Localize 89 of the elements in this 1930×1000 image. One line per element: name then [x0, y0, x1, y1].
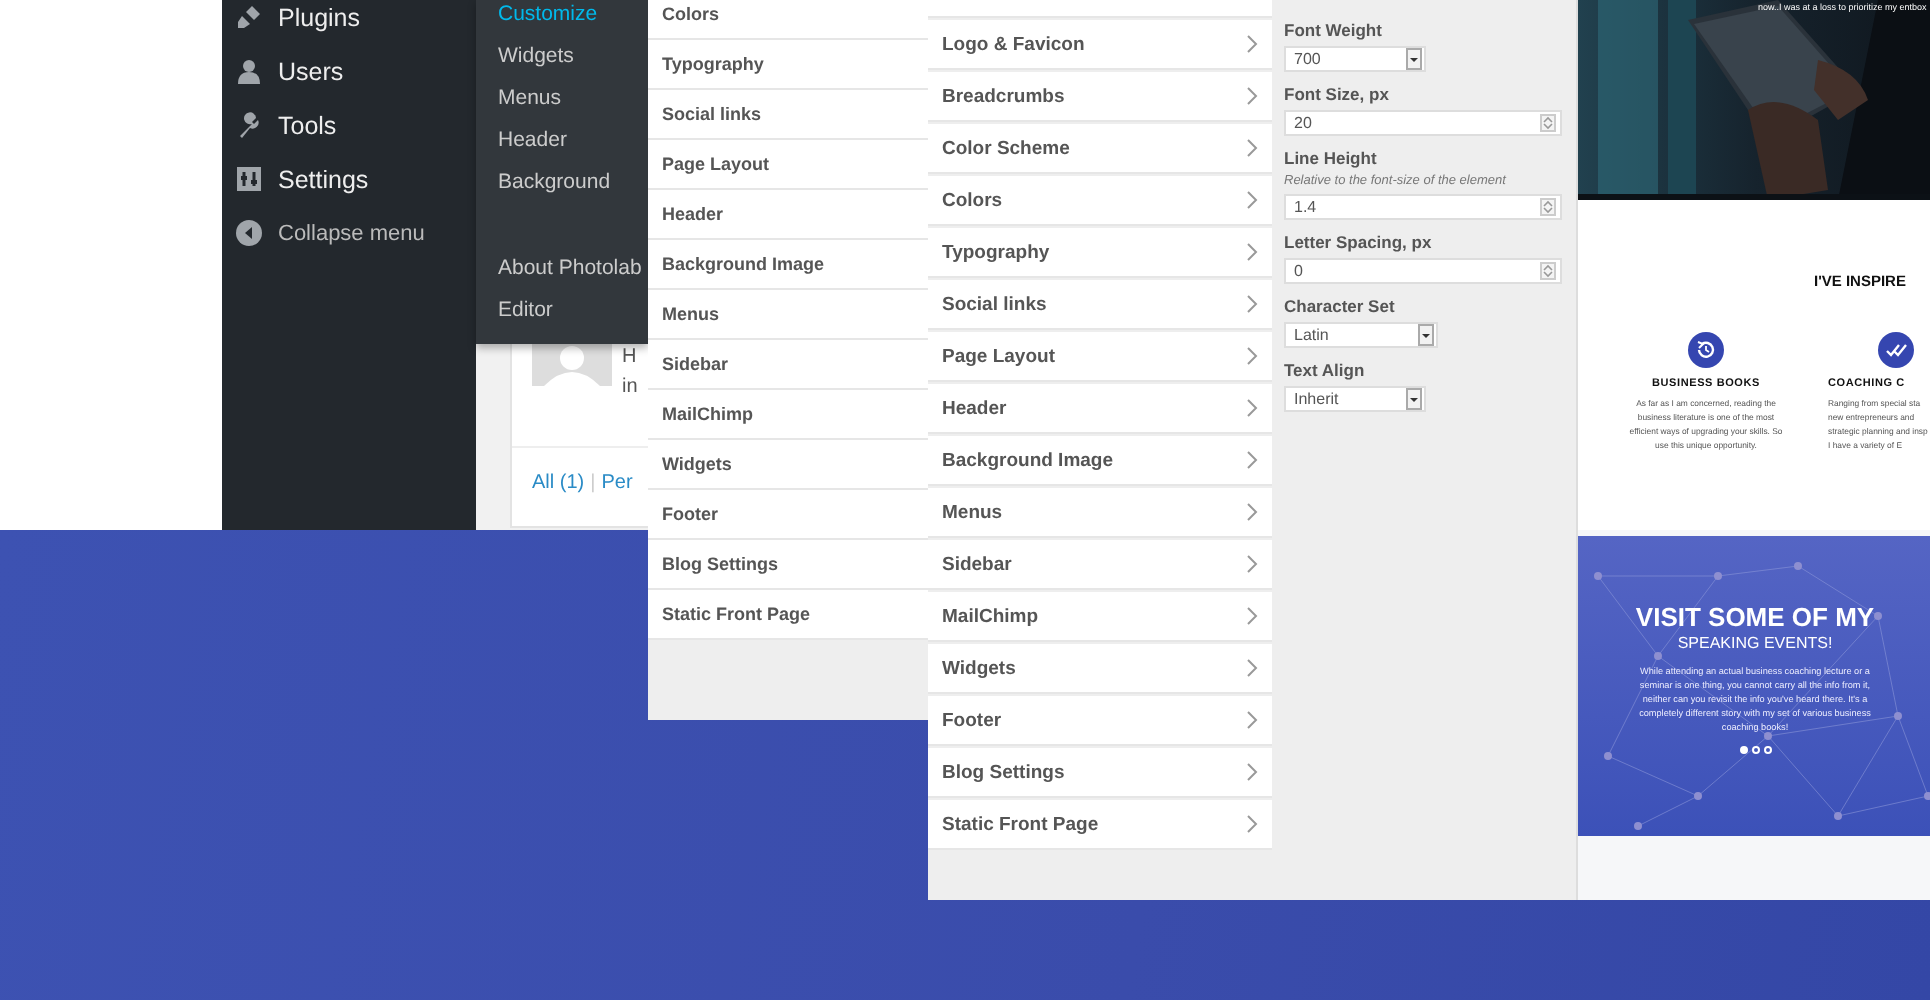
chevron-icon — [1246, 294, 1258, 314]
number-field[interactable]: 1.4 — [1284, 194, 1562, 220]
section-item[interactable]: Typography — [928, 228, 1272, 278]
section-item[interactable]: Page Layout — [928, 332, 1272, 382]
field-label: Font Size, px — [1284, 84, 1391, 104]
submenu-item[interactable]: About Photolab — [498, 248, 642, 290]
settings-icon — [236, 166, 262, 192]
collapse-icon — [236, 220, 262, 246]
section-item[interactable]: Footer — [928, 696, 1272, 746]
menu-item[interactable]: Settings — [236, 152, 476, 206]
slider-dot[interactable] — [1739, 746, 1747, 754]
banner-subtitle: SPEAKING EVENTS! — [1677, 634, 1833, 652]
field-label: Line Height — [1284, 148, 1379, 168]
number-field[interactable]: 0 — [1284, 258, 1562, 284]
section-item[interactable]: Page Layout — [648, 140, 928, 190]
section-item[interactable]: Footer — [648, 490, 928, 540]
collapse-menu-button[interactable]: Collapse menu — [236, 206, 476, 260]
section-item[interactable]: Social links — [648, 90, 928, 140]
section-item[interactable]: Colors — [648, 0, 928, 40]
comment-text: H — [622, 346, 637, 368]
select-field[interactable]: Inherit — [1284, 386, 1426, 412]
select-field[interactable]: 700 — [1284, 46, 1426, 72]
number-field[interactable]: 20 — [1284, 110, 1562, 136]
submenu-item[interactable]: Editor — [498, 290, 553, 332]
chevron-icon — [1246, 762, 1258, 782]
chevron-icon — [1246, 814, 1258, 834]
checkmarks-icon — [1878, 332, 1914, 368]
menu-item[interactable]: Plugins — [236, 0, 476, 44]
chevron-icon — [1246, 190, 1258, 210]
refresh-icon — [1688, 332, 1724, 368]
menu-item[interactable]: Users — [236, 44, 476, 98]
section-item[interactable]: Background Image — [928, 436, 1272, 486]
banner-title: VISIT SOME OF MY — [1635, 602, 1875, 632]
filter-link[interactable]: All (1) — [532, 472, 585, 494]
chevron-icon — [1246, 346, 1258, 366]
spinner-icon — [1540, 262, 1556, 280]
section-item[interactable]: Colors — [928, 176, 1272, 226]
section-item[interactable]: Color Scheme — [928, 124, 1272, 174]
chevron-icon — [1246, 502, 1258, 522]
chevron-icon — [1246, 398, 1258, 418]
chevron-icon — [1246, 554, 1258, 574]
submenu-item[interactable]: Menus — [498, 78, 562, 120]
field-label: Character Set — [1284, 296, 1397, 316]
field-label: Font Weight — [1284, 20, 1384, 40]
select-field[interactable]: Latin — [1284, 322, 1438, 348]
section-item[interactable]: Social links — [928, 280, 1272, 330]
comment-text: in — [622, 376, 638, 398]
section-item[interactable]: MailChimp — [648, 390, 928, 440]
chevron-icon — [1246, 658, 1258, 678]
section-item[interactable]: Logo & Favicon — [928, 20, 1272, 70]
section-item[interactable]: Menus — [648, 290, 928, 340]
section-item[interactable]: Blog Settings — [928, 748, 1272, 798]
section-item[interactable]: Static Front Page — [648, 590, 928, 640]
section-item[interactable]: Menus — [928, 488, 1272, 538]
chevron-icon — [1246, 710, 1258, 730]
submenu-item[interactable]: Header — [498, 120, 567, 162]
slider-dot[interactable] — [1751, 746, 1759, 754]
section-item[interactable]: Header — [928, 384, 1272, 434]
separator-text: | — [590, 472, 596, 494]
user-icon — [236, 58, 262, 84]
section-item[interactable]: Header — [648, 190, 928, 240]
section-item[interactable]: Sidebar — [928, 540, 1272, 590]
field-label: Text Align — [1284, 360, 1367, 380]
chevron-icon — [1246, 86, 1258, 106]
section-item[interactable]: Sidebar — [648, 340, 928, 390]
chevron-icon — [1246, 606, 1258, 626]
menu-item[interactable]: Tools — [236, 98, 476, 152]
chevron-icon — [1246, 450, 1258, 470]
section-item[interactable]: Widgets — [928, 644, 1272, 694]
wrench-icon — [236, 112, 262, 138]
submenu-item[interactable]: Background — [498, 162, 611, 204]
section-item[interactable]: Static Front Page — [928, 800, 1272, 850]
section-item[interactable]: MailChimp — [928, 592, 1272, 642]
submenu-item[interactable]: Customize — [498, 0, 598, 36]
section-item[interactable]: Background Image — [648, 240, 928, 290]
spinner-icon — [1540, 114, 1556, 132]
avatar-icon — [532, 342, 612, 386]
filter-link[interactable]: Per — [601, 472, 633, 494]
spinner-icon — [1540, 198, 1556, 216]
chevron-icon — [1246, 242, 1258, 262]
section-item[interactable]: Typography — [648, 40, 928, 90]
submenu-item[interactable]: Widgets — [498, 36, 574, 78]
section-item[interactable]: Breadcrumbs — [928, 72, 1272, 122]
chevron-icon — [1246, 34, 1258, 54]
slider-dot[interactable] — [1763, 746, 1771, 754]
section-item[interactable]: Blog Settings — [648, 540, 928, 590]
field-label: Letter Spacing, px — [1284, 232, 1434, 252]
chevron-icon — [1246, 138, 1258, 158]
section-item[interactable]: Widgets — [648, 440, 928, 490]
